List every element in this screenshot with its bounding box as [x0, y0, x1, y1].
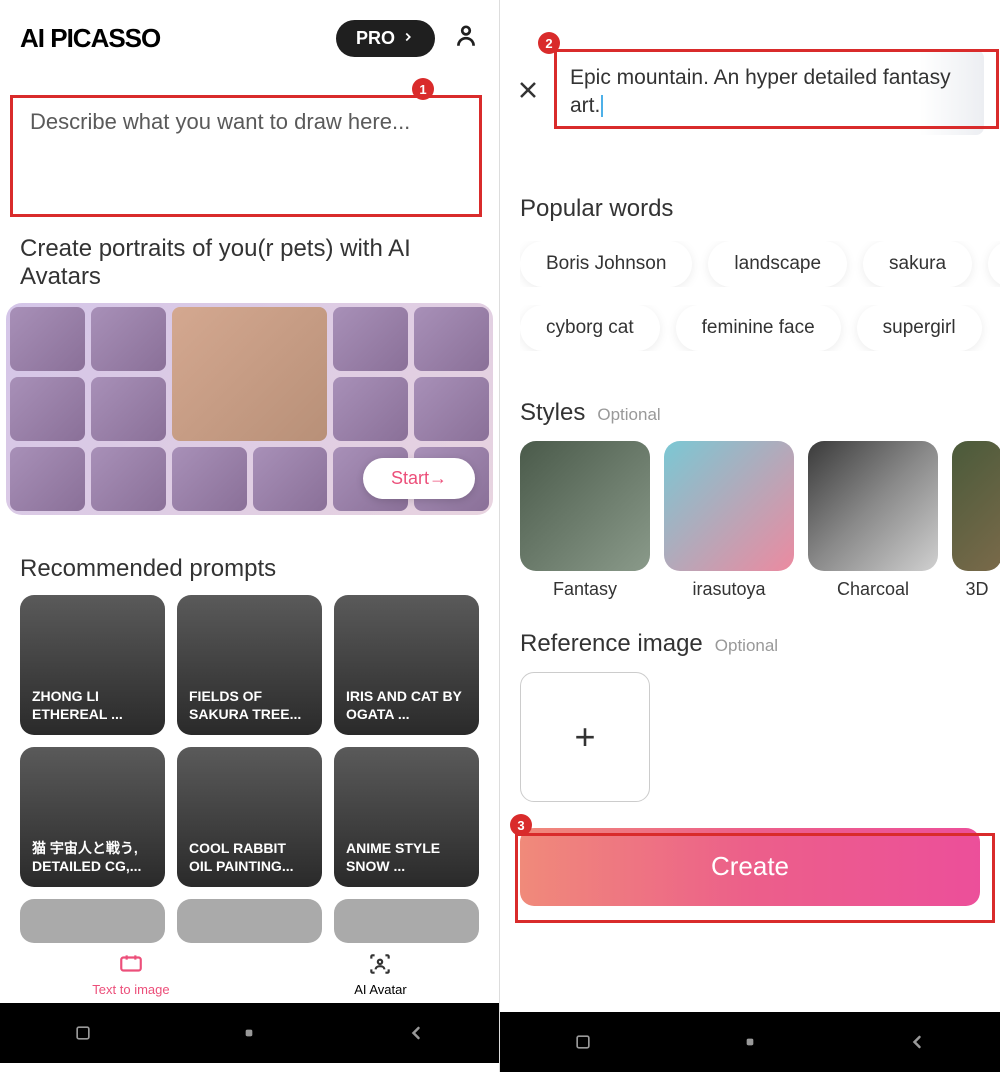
- popular-word-chip[interactable]: cyborg cat: [520, 305, 660, 351]
- pro-button[interactable]: PRO: [336, 20, 435, 57]
- recommended-prompt-grid: ZHONG LI ETHEREAL ... FIELDS OF SAKURA T…: [20, 595, 479, 943]
- user-icon[interactable]: [453, 23, 479, 54]
- nav-recents-button[interactable]: [73, 1023, 93, 1043]
- avatars-heading: Create portraits of you(r pets) with AI …: [20, 235, 479, 291]
- prompt-card[interactable]: 猫 宇宙人と戦う, DETAILED CG,...: [20, 747, 165, 887]
- tab-label: AI Avatar: [354, 982, 407, 997]
- callout-badge-2: 2: [538, 32, 560, 54]
- style-item[interactable]: irasutoya: [664, 441, 794, 600]
- popular-words-row: Boris Johnson landscape sakura lake: [520, 241, 1000, 287]
- prompt-card[interactable]: FIELDS OF SAKURA TREE...: [177, 595, 322, 735]
- style-thumbnail: [664, 441, 794, 571]
- popular-word-chip[interactable]: supergirl: [857, 305, 982, 351]
- prompt-card[interactable]: IRIS AND CAT BY OGATA ...: [334, 595, 479, 735]
- ai-avatar-icon: [367, 951, 393, 980]
- style-item[interactable]: Charcoal: [808, 441, 938, 600]
- style-thumbnail: [808, 441, 938, 571]
- callout-badge-1: 1: [412, 78, 434, 100]
- pro-label: PRO: [356, 28, 395, 49]
- prompt-text: Epic mountain. An hyper detailed fantasy…: [570, 66, 951, 117]
- prompt-card[interactable]: ANIME STYLE SNOW ...: [334, 747, 479, 887]
- popular-word-chip[interactable]: feminine face: [676, 305, 841, 351]
- prompt-card[interactable]: COOL RABBIT OIL PAINTING...: [177, 747, 322, 887]
- popular-word-chip[interactable]: sakura: [863, 241, 972, 287]
- create-button[interactable]: Create: [520, 828, 980, 906]
- text-to-image-icon: [118, 951, 144, 980]
- popular-word-chip[interactable]: lake: [988, 241, 1000, 287]
- popular-words-heading: Popular words: [520, 195, 980, 223]
- style-item[interactable]: 3D: [952, 441, 1000, 600]
- plus-icon: +: [574, 716, 595, 758]
- reference-image-heading: Reference image Optional: [520, 630, 980, 658]
- bottom-tabs: Text to image AI Avatar: [0, 943, 499, 1003]
- text-cursor: [601, 95, 603, 117]
- prompt-input[interactable]: Describe what you want to draw here...: [20, 95, 479, 195]
- android-nav-bar: [500, 1012, 1000, 1072]
- optional-label: Optional: [597, 405, 660, 425]
- styles-row: Fantasy irasutoya Charcoal 3D: [520, 441, 1000, 600]
- prompt-card[interactable]: [334, 899, 479, 943]
- prompt-input-filled[interactable]: Epic mountain. An hyper detailed fantasy…: [554, 50, 984, 135]
- style-thumbnail: [952, 441, 1000, 571]
- nav-back-button[interactable]: [907, 1032, 927, 1052]
- style-label: 3D: [952, 579, 1000, 600]
- prompt-card[interactable]: [20, 899, 165, 943]
- popular-word-chip[interactable]: Boris Johnson: [520, 241, 692, 287]
- app-header: AI PICASSO PRO: [0, 0, 499, 67]
- chevron-right-icon: [401, 28, 415, 49]
- android-nav-bar: [0, 1003, 499, 1063]
- styles-heading: Styles Optional: [520, 399, 980, 427]
- prompt-card[interactable]: [177, 899, 322, 943]
- close-button[interactable]: [516, 78, 540, 107]
- tab-text-to-image[interactable]: Text to image: [92, 951, 169, 997]
- optional-label: Optional: [715, 636, 778, 656]
- popular-words-row: cyborg cat feminine face supergirl: [520, 305, 1000, 351]
- callout-badge-3: 3: [510, 814, 532, 836]
- style-item[interactable]: Fantasy: [520, 441, 650, 600]
- tab-ai-avatar[interactable]: AI Avatar: [354, 951, 407, 997]
- prompt-card[interactable]: ZHONG LI ETHEREAL ...: [20, 595, 165, 735]
- popular-word-chip[interactable]: landscape: [708, 241, 847, 287]
- start-button[interactable]: Start→: [363, 458, 475, 499]
- style-thumbnail: [520, 441, 650, 571]
- nav-back-button[interactable]: [406, 1023, 426, 1043]
- nav-home-button[interactable]: [740, 1032, 760, 1052]
- app-logo: AI PICASSO: [20, 23, 160, 54]
- reference-image-add[interactable]: +: [520, 672, 650, 802]
- style-label: Fantasy: [520, 579, 650, 600]
- recommended-heading: Recommended prompts: [20, 555, 479, 583]
- style-label: Charcoal: [808, 579, 938, 600]
- tab-label: Text to image: [92, 982, 169, 997]
- nav-recents-button[interactable]: [573, 1032, 593, 1052]
- nav-home-button[interactable]: [239, 1023, 259, 1043]
- style-label: irasutoya: [664, 579, 794, 600]
- avatar-banner[interactable]: Start→: [6, 303, 493, 515]
